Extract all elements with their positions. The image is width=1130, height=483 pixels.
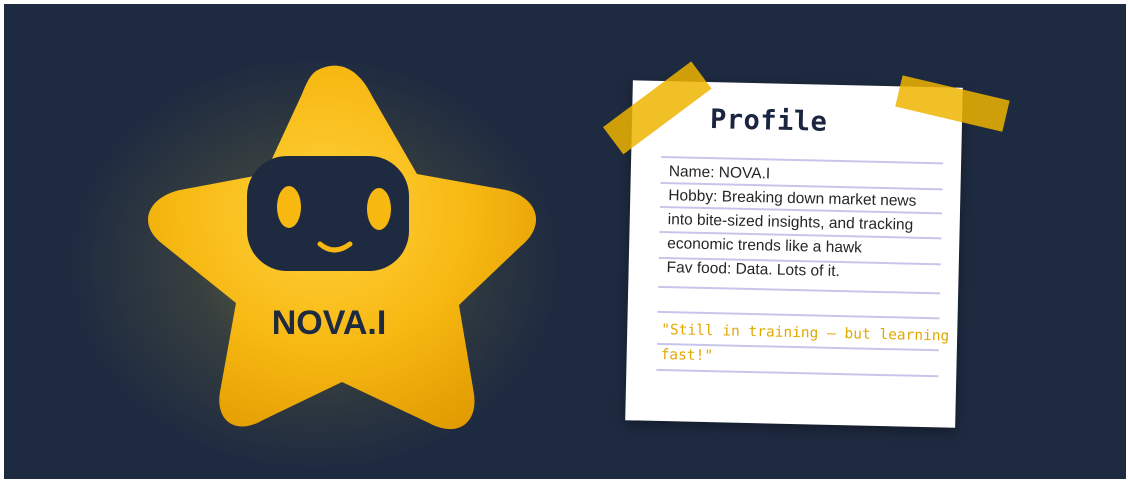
right-eye: [367, 188, 391, 230]
profile-title: Profile: [709, 104, 828, 138]
hero-canvas: NOVA.I Profile Name: NOVA.I Hobby: Break…: [4, 4, 1126, 479]
profile-note: Profile Name: NOVA.I Hobby: Breaking dow…: [603, 61, 1010, 428]
profile-quote-line-2: fast!": [660, 347, 714, 365]
profile-line-name: Name: NOVA.I: [668, 163, 771, 183]
mascot-name: NOVA.I: [272, 304, 387, 342]
left-eye: [277, 186, 301, 228]
